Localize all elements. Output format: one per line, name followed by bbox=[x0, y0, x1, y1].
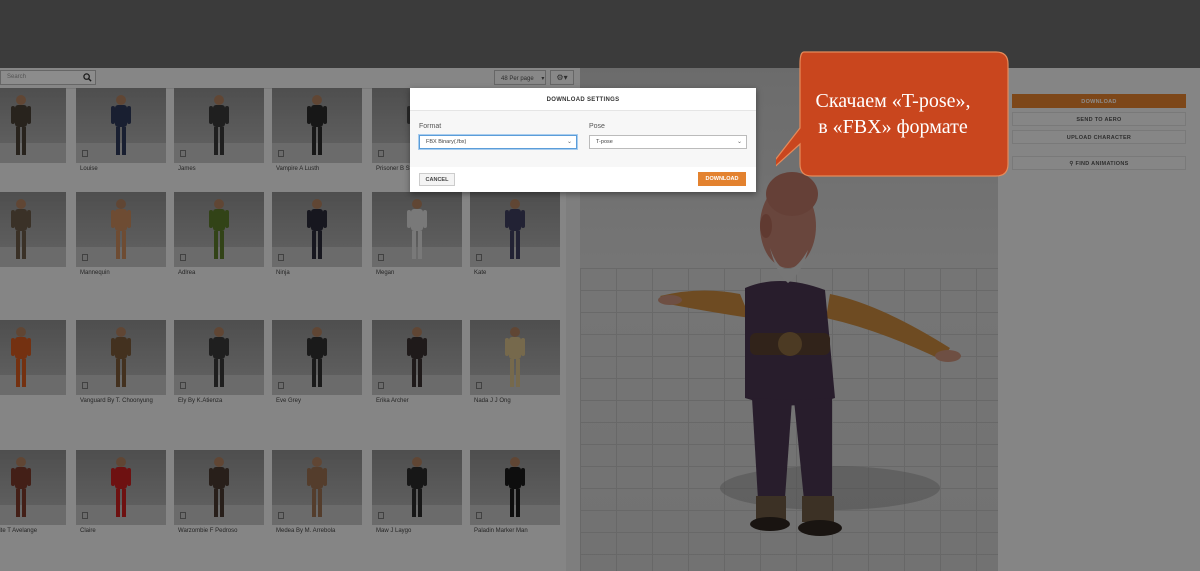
pose-label: Pose bbox=[589, 123, 605, 130]
format-value: FBX Binary(.fbx) bbox=[426, 139, 467, 145]
format-select[interactable]: FBX Binary(.fbx) ⌄ bbox=[419, 135, 577, 149]
download-confirm-button[interactable]: DOWNLOAD bbox=[698, 172, 746, 186]
callout-text: Скачаем «T-pose», в «FBX» формате bbox=[790, 88, 996, 140]
download-settings-dialog: DOWNLOAD SETTINGS Format FBX Binary(.fbx… bbox=[410, 88, 756, 192]
format-label: Format bbox=[419, 123, 442, 130]
top-bar bbox=[0, 0, 1200, 68]
dialog-title: DOWNLOAD SETTINGS bbox=[546, 97, 620, 103]
dialog-body: Format FBX Binary(.fbx) ⌄ Pose T-pose ⌄ bbox=[410, 111, 756, 167]
callout-line-2: в «FBX» формате bbox=[818, 116, 968, 138]
chevron-down-icon: ⌄ bbox=[566, 139, 572, 145]
callout-line-1: Скачаем «T-pose», bbox=[815, 90, 971, 112]
pose-value: T-pose bbox=[596, 139, 613, 145]
chevron-down-icon: ⌄ bbox=[736, 139, 742, 145]
pose-select[interactable]: T-pose ⌄ bbox=[589, 135, 747, 149]
cancel-button[interactable]: CANCEL bbox=[419, 173, 455, 186]
